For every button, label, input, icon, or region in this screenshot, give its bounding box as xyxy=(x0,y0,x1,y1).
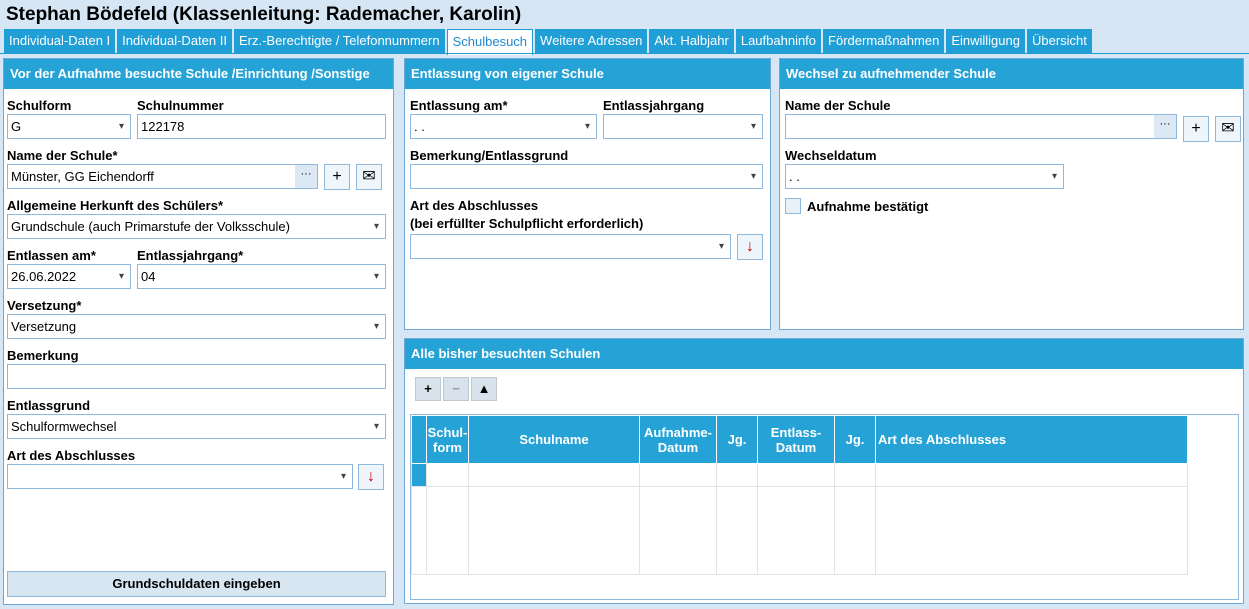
panel-header: Entlassung von eigener Schule xyxy=(405,59,770,89)
versetzung-select[interactable]: Versetzung xyxy=(7,314,386,339)
column-header[interactable]: Jg. xyxy=(716,415,758,464)
ellipsis-icon[interactable]: ··· xyxy=(1154,115,1176,138)
tab-bar: Individual-Daten I Individual-Daten II E… xyxy=(4,29,1092,55)
versetzung-label: Versetzung* xyxy=(7,298,82,313)
grundschuldaten-button[interactable]: Grundschuldaten eingeben xyxy=(7,571,386,597)
tab-divider xyxy=(0,53,1249,54)
entlassen-label: Entlassen am* xyxy=(7,248,96,263)
column-header[interactable]: Aufnahme-Datum xyxy=(639,415,717,464)
herkunft-label: Allgemeine Herkunft des Schülers* xyxy=(7,198,224,213)
column-header[interactable]: Entlass-Datum xyxy=(757,415,835,464)
abschluss-select[interactable] xyxy=(7,464,353,489)
envelope-icon[interactable]: ✉ xyxy=(356,164,382,190)
entlassen-date[interactable]: 26.06.2022 xyxy=(7,264,131,289)
table-header-row: Schul-form Schulname Aufnahme-Datum Jg. … xyxy=(411,415,1188,464)
panel-header: Wechsel zu aufnehmender Schule xyxy=(780,59,1243,89)
schools-table-frame: Schul-form Schulname Aufnahme-Datum Jg. … xyxy=(410,414,1239,600)
tab-individual-2[interactable]: Individual-Daten II xyxy=(117,29,232,53)
schools-table: Schul-form Schulname Aufnahme-Datum Jg. … xyxy=(411,415,1188,575)
jahrgang-select[interactable] xyxy=(603,114,763,139)
remove-row-button[interactable]: − xyxy=(443,377,469,401)
entlassgrund-select[interactable]: Schulformwechsel xyxy=(7,414,386,439)
schulform-select[interactable]: G xyxy=(7,114,131,139)
tab-erziehungsberechtigte[interactable]: Erz.-Berechtigte / Telefonnummern xyxy=(233,29,445,53)
tab-akt-halbjahr[interactable]: Akt. Halbjahr xyxy=(649,29,734,53)
entlassung-date[interactable]: . . xyxy=(410,114,597,139)
ellipsis-icon[interactable]: ··· xyxy=(295,165,317,188)
abschluss-label: Art des Abschlusses xyxy=(410,198,539,213)
school-name-value: Münster, GG Eichendorff xyxy=(11,169,154,184)
tab-uebersicht[interactable]: Übersicht xyxy=(1026,29,1092,53)
own-school-exit-panel: Entlassung von eigener Schule Entlassung… xyxy=(404,58,771,330)
arrow-down-icon[interactable]: ↓ xyxy=(737,234,763,260)
schulnummer-label: Schulnummer xyxy=(137,98,224,113)
page-title: Stephan Bödefeld (Klassenleitung: Radema… xyxy=(6,4,522,25)
bemerkung-input[interactable] xyxy=(7,364,386,389)
column-header[interactable]: Jg. xyxy=(834,415,876,464)
entlassgrund-label: Entlassgrund xyxy=(7,398,91,413)
transfer-school-panel: Wechsel zu aufnehmender Schule Name der … xyxy=(779,58,1244,330)
jahrgang-label: Entlassjahrgang* xyxy=(137,248,244,263)
panel-header: Vor der Aufnahme besuchte Schule /Einric… xyxy=(4,59,393,89)
school-name-input[interactable]: Münster, GG Eichendorff ··· xyxy=(7,164,318,189)
abschluss-label: Art des Abschlusses xyxy=(7,448,136,463)
schools-history-panel: Alle bisher besuchten Schulen + − ▲ Schu… xyxy=(404,338,1244,604)
jahrgang-label: Entlassjahrgang xyxy=(603,98,705,113)
envelope-icon[interactable]: ✉ xyxy=(1215,116,1241,142)
school-name-label: Name der Schule xyxy=(785,98,891,113)
row-indicator-header xyxy=(411,415,427,464)
add-school-button[interactable]: + xyxy=(1183,116,1209,142)
school-name-label: Name der Schule* xyxy=(7,148,118,163)
bemerkung-label: Bemerkung xyxy=(7,348,79,363)
herkunft-select[interactable]: Grundschule (auch Primarstufe der Volkss… xyxy=(7,214,386,239)
table-row[interactable] xyxy=(411,463,1188,487)
panel-header: Alle bisher besuchten Schulen xyxy=(405,339,1243,369)
column-header[interactable]: Schul-form xyxy=(426,415,469,464)
entlassung-label: Entlassung am* xyxy=(410,98,508,113)
school-name-input[interactable]: ··· xyxy=(785,114,1177,139)
bemerkung-select[interactable] xyxy=(410,164,763,189)
schulnummer-input[interactable]: 122178 xyxy=(137,114,386,139)
aufnahme-label: Aufnahme bestätigt xyxy=(807,199,929,214)
wechseldatum-date[interactable]: . . xyxy=(785,164,1064,189)
add-row-button[interactable]: + xyxy=(415,377,441,401)
arrow-down-icon[interactable]: ↓ xyxy=(358,464,384,490)
tab-individual-1[interactable]: Individual-Daten I xyxy=(4,29,116,53)
table-row xyxy=(411,486,1188,575)
jahrgang-select[interactable]: 04 xyxy=(137,264,386,289)
move-up-button[interactable]: ▲ xyxy=(471,377,497,401)
add-school-button[interactable]: + xyxy=(324,164,350,190)
tab-schulbesuch[interactable]: Schulbesuch xyxy=(446,29,534,55)
column-header[interactable]: Schulname xyxy=(468,415,640,464)
previous-school-panel: Vor der Aufnahme besuchte Schule /Einric… xyxy=(3,58,394,605)
bemerkung-label: Bemerkung/Entlassgrund xyxy=(410,148,569,163)
wechseldatum-label: Wechseldatum xyxy=(785,148,877,163)
column-header[interactable]: Art des Abschlusses xyxy=(875,415,1188,464)
tab-weitere-adressen[interactable]: Weitere Adressen xyxy=(535,29,648,53)
abschluss-hint: (bei erfüllter Schulpflicht erforderlich… xyxy=(410,216,644,231)
schulform-label: Schulform xyxy=(7,98,72,113)
tab-einwilligung[interactable]: Einwilligung xyxy=(946,29,1025,53)
tab-foerdermassnahmen[interactable]: Fördermaßnahmen xyxy=(823,29,945,53)
tab-laufbahninfo[interactable]: Laufbahninfo xyxy=(735,29,822,53)
aufnahme-checkbox[interactable] xyxy=(785,198,801,214)
abschluss-select[interactable] xyxy=(410,234,731,259)
